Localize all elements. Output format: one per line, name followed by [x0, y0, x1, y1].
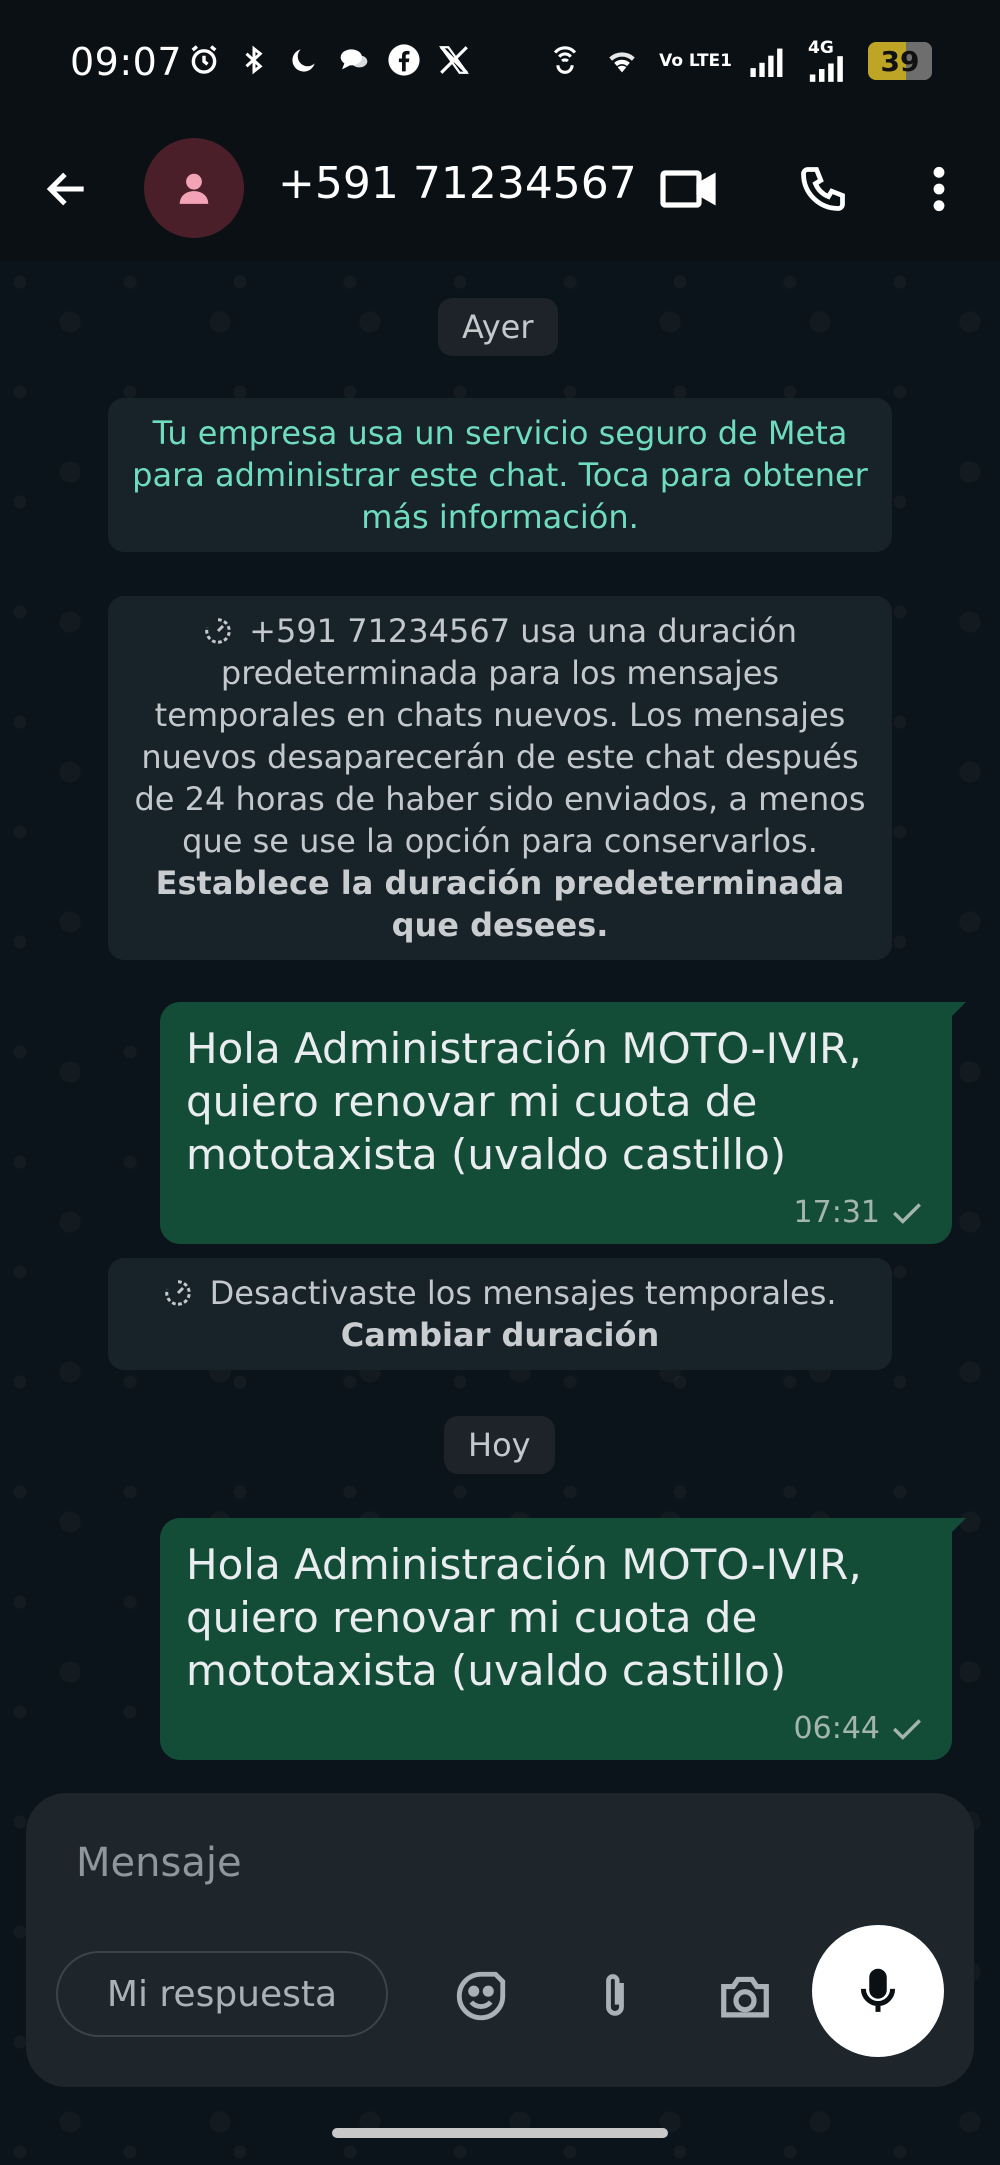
disabled-notice-text: Desactivaste los mensajes temporales. [209, 1274, 837, 1312]
message-input[interactable] [76, 1833, 776, 1893]
network-label: 4G [808, 38, 834, 58]
status-time: 09:07 [70, 40, 183, 84]
alarm-icon [186, 42, 222, 78]
timer-icon [165, 1280, 192, 1306]
sticker-button[interactable] [450, 1965, 512, 2027]
disappearing-notice-text: +591 71234567 usa una duración predeterm… [134, 612, 866, 860]
facebook-icon [386, 42, 422, 78]
avatar[interactable] [144, 138, 244, 238]
hotspot-icon [553, 46, 577, 74]
single-check-icon [893, 1718, 921, 1740]
battery-icon: 39 [868, 42, 932, 80]
back-button[interactable] [36, 158, 98, 220]
quick-reply-button[interactable]: Mi respuesta [56, 1951, 388, 2037]
chat-header: +591 71234567 [0, 128, 1000, 262]
message-text: Hola Administración MOTO-IVIR, quiero re… [186, 1540, 862, 1695]
more-vertical-icon [933, 166, 945, 212]
signal-bars-icon [750, 48, 783, 77]
status-bar: 09:07 Vo LTE1 4G 39 [0, 0, 1000, 128]
message-composer: Mi respuesta [26, 1793, 974, 2087]
message-time: 17:31 [793, 1195, 880, 1230]
disappearing-messages-notice[interactable]: +591 71234567 usa una duración predeterm… [108, 596, 892, 960]
status-system-icons: Vo LTE1 4G 39 [545, 40, 932, 82]
disappearing-disabled-notice[interactable]: Desactivaste los mensajes temporales. Ca… [108, 1258, 892, 1370]
wifi-icon [609, 52, 635, 73]
contact-name[interactable]: +591 71234567 [278, 158, 637, 209]
set-default-duration-link[interactable]: Establece la duración predeterminada que… [156, 864, 845, 944]
voice-call-button[interactable] [790, 156, 856, 222]
camera-button[interactable] [714, 1965, 776, 2027]
business-info-notice[interactable]: Tu empresa usa un servicio seguro de Met… [108, 398, 892, 552]
business-notice-text: Tu empresa usa un servicio seguro de Met… [132, 414, 868, 536]
message-text: Hola Administración MOTO-IVIR, quiero re… [186, 1024, 862, 1179]
attach-button[interactable] [584, 1965, 646, 2027]
x-icon [436, 42, 472, 78]
outgoing-message[interactable]: Hola Administración MOTO-IVIR, quiero re… [160, 1002, 966, 1244]
chat-bubbles-icon [336, 42, 372, 78]
signal-bars-4g-icon: 4G [808, 40, 852, 82]
avatar-person-icon [179, 173, 209, 204]
date-separator-today: Hoy [444, 1416, 555, 1474]
camera-icon [721, 1976, 769, 2018]
home-indicator[interactable] [332, 2128, 668, 2138]
video-call-button[interactable] [656, 156, 722, 222]
volte-label: Vo LTE1 [659, 50, 732, 71]
timer-icon [205, 618, 231, 644]
back-arrow-icon [46, 172, 84, 206]
voice-call-icon [801, 167, 845, 211]
change-duration-link[interactable]: Cambiar duración [341, 1316, 660, 1354]
battery-level: 39 [880, 44, 920, 78]
message-meta: 06:44 [186, 1711, 924, 1746]
message-time: 06:44 [793, 1711, 880, 1746]
message-meta: 17:31 [186, 1195, 924, 1230]
status-notification-icons [186, 42, 472, 78]
outgoing-message[interactable]: Hola Administración MOTO-IVIR, quiero re… [160, 1518, 966, 1760]
microphone-icon [860, 1968, 896, 2012]
date-separator-yesterday: Ayer [438, 298, 558, 356]
attach-paperclip-icon [606, 1974, 624, 2016]
voice-message-button[interactable] [812, 1925, 944, 2057]
do-not-disturb-moon-icon [286, 42, 322, 78]
more-options-button[interactable] [912, 156, 966, 222]
sticker-icon [456, 1971, 506, 2021]
bluetooth-icon [236, 42, 272, 78]
single-check-icon [893, 1202, 921, 1224]
volte-icon: Vo LTE1 [659, 50, 732, 71]
video-call-icon [660, 170, 716, 208]
